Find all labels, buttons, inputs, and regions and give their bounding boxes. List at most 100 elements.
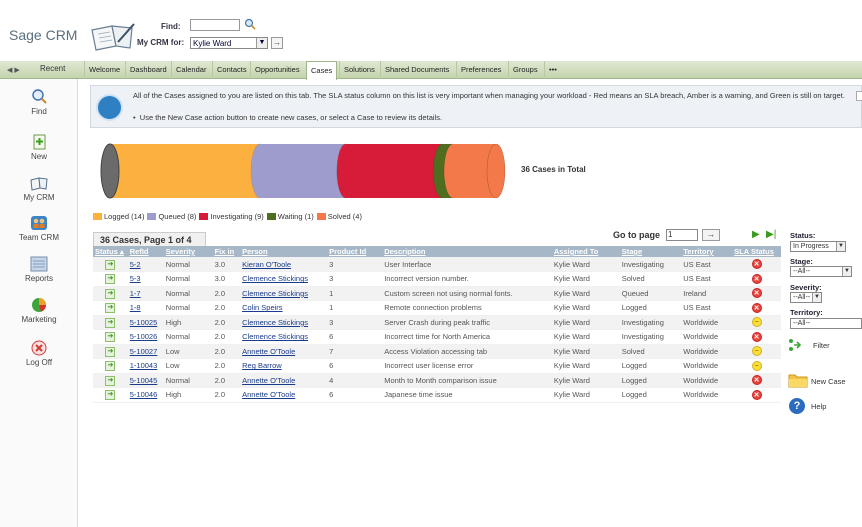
sidebar-item-marketing[interactable]: Marketing (0, 297, 78, 324)
sidebar-item-label: Reports (24, 274, 53, 283)
table-row[interactable]: ➔ 1-10043 Low 2.0 Reg Barrow 6 Incorrect user … (93, 358, 781, 374)
sidebar-item-my-crm[interactable]: My CRM (0, 175, 78, 202)
status-filter-select[interactable]: In Progress ▼ (790, 241, 846, 252)
column-header[interactable]: SLA Status (732, 246, 781, 257)
cell-refid[interactable]: 5-10026 (127, 329, 164, 345)
open-case-icon[interactable]: ➔ (105, 346, 116, 357)
table-row[interactable]: ➔ 5-10027 Low 2.0 Annette O'Toole 7 Access Vio… (93, 344, 781, 359)
goto-page-button[interactable]: → (702, 229, 720, 241)
column-header[interactable]: Assigned To (551, 246, 620, 257)
cell-person[interactable]: Annette O'Toole (240, 387, 328, 403)
table-row[interactable]: ➔ 5-10046 High 2.0 Annette O'Toole 6 Japanese … (93, 387, 781, 403)
stage-filter-select[interactable]: --All-- ▼ (790, 266, 852, 277)
sidebar-item-reports[interactable]: Reports (0, 256, 78, 283)
tab-10[interactable]: ••• (544, 61, 561, 79)
cell-refid[interactable]: 5-2 (127, 257, 164, 272)
cell-person[interactable]: Colin Speirs (240, 300, 328, 316)
find-label: Find: (161, 22, 181, 31)
tab-label: Cases (311, 66, 333, 75)
table-row[interactable]: ➔ 1-8 Normal 2.0 Colin Speirs 1 Remote connect… (93, 300, 781, 316)
cell-stage: Solved (619, 271, 682, 287)
column-header[interactable]: Severity (163, 246, 213, 257)
cell-person[interactable]: Kieran O'Toole (240, 257, 328, 272)
sidebar-item-team-crm[interactable]: Team CRM (0, 215, 78, 242)
open-case-icon[interactable]: ➔ (105, 375, 116, 386)
tab-1[interactable]: Dashboard (125, 61, 171, 79)
mycrm-go-button[interactable]: → (271, 37, 283, 49)
cell-refid[interactable]: 5-10046 (127, 387, 164, 403)
table-row[interactable]: ➔ 5-3 Normal 3.0 Clemence Stickings 3 Incorrec… (93, 271, 781, 287)
filter-icon[interactable] (788, 338, 802, 352)
goto-page-input[interactable]: 1 (666, 229, 698, 241)
help-icon[interactable]: ? (789, 398, 805, 414)
territory-filter-select[interactable]: --All-- (790, 318, 862, 329)
cell-refid[interactable]: 5-10027 (127, 344, 164, 359)
cell-refid[interactable]: 5-10025 (127, 315, 164, 330)
tab-2[interactable]: Calendar (171, 61, 210, 79)
cell-refid[interactable]: 1-10043 (127, 358, 164, 374)
cell-person[interactable]: Clemence Stickings (240, 329, 328, 345)
new-case-button[interactable]: New Case (811, 377, 846, 386)
cell-person[interactable]: Annette O'Toole (240, 344, 328, 359)
sidebar-item-label: Log Off (25, 358, 53, 367)
tab-5[interactable]: Cases (306, 61, 338, 80)
column-header[interactable]: RefId (127, 246, 164, 257)
cell-person[interactable]: Clemence Stickings (240, 271, 328, 287)
next-page-icon[interactable]: ▶ (752, 229, 760, 240)
cell-refid[interactable]: 5-10045 (127, 373, 164, 388)
tab-0[interactable]: Welcome (84, 61, 124, 79)
open-case-icon[interactable]: ➔ (105, 259, 116, 270)
table-row[interactable]: ➔ 5-2 Normal 3.0 Kieran O'Toole 3 User Interfa… (93, 257, 781, 272)
severity-filter-select[interactable]: --All-- ▼ (790, 292, 822, 303)
search-icon[interactable] (244, 18, 256, 30)
tab-7[interactable]: Shared Documents (380, 61, 453, 79)
cell-refid[interactable]: 1-8 (127, 300, 164, 316)
cell-refid[interactable]: 5-3 (127, 271, 164, 287)
open-case-icon[interactable]: ➔ (105, 361, 116, 372)
sidebar-item-find[interactable]: Find (0, 89, 78, 116)
column-header[interactable]: Stage (619, 246, 682, 257)
last-page-icon[interactable]: ▶| (766, 229, 776, 240)
tab-9[interactable]: Groups (508, 61, 542, 79)
mycrm-user-select[interactable]: Kylie Ward ▼ (190, 37, 268, 49)
chevron-down-icon: ▼ (812, 293, 821, 302)
column-header[interactable]: Fix in (212, 246, 241, 257)
open-case-icon[interactable]: ➔ (105, 317, 116, 328)
open-case-icon[interactable]: ➔ (105, 390, 116, 401)
cases-table: Status ▴ RefId Severity Fix in Person Product… (93, 246, 781, 403)
sla-breach-icon: ✕ (751, 273, 762, 284)
tab-8[interactable]: Preferences (456, 61, 505, 79)
cell-person[interactable]: Annette O'Toole (240, 373, 328, 388)
open-case-icon[interactable]: ➔ (105, 303, 116, 314)
column-header[interactable]: Person (240, 246, 328, 257)
find-input[interactable] (190, 19, 240, 31)
column-header[interactable]: Status ▴ (93, 246, 128, 257)
info-collapse-button[interactable] (856, 91, 862, 101)
open-case-icon[interactable]: ➔ (105, 332, 116, 343)
open-case-icon[interactable]: ➔ (105, 288, 116, 299)
column-header[interactable]: Description (382, 246, 552, 257)
tab-6[interactable]: Solutions (339, 61, 379, 79)
open-case-icon[interactable]: ➔ (105, 274, 116, 285)
sidebar-item-log-off[interactable]: Log Off (0, 340, 78, 367)
tab-label: Welcome (89, 65, 121, 74)
cell-person[interactable]: Reg Barrow (240, 358, 328, 374)
cell-refid[interactable]: 1-7 (127, 286, 164, 301)
table-row[interactable]: ➔ 5-10045 Normal 2.0 Annette O'Toole 4 Month t… (93, 373, 781, 388)
recent-menu[interactable]: Recent (40, 64, 65, 73)
sidebar-item-new[interactable]: New (0, 134, 78, 161)
tab-3[interactable]: Contacts (212, 61, 251, 79)
table-row[interactable]: ➔ 5-10025 High 2.0 Clemence Stickings 3 Server… (93, 315, 781, 330)
filter-button[interactable]: Filter (813, 341, 830, 350)
help-button[interactable]: Help (811, 402, 826, 411)
history-arrows-icon[interactable]: ◀ ▶ (7, 66, 20, 74)
table-row[interactable]: ➔ 5-10026 Normal 2.0 Clemence Stickings 6 Inco… (93, 329, 781, 345)
cell-person[interactable]: Clemence Stickings (240, 286, 328, 301)
table-row[interactable]: ➔ 1-7 Normal 2.0 Clemence Stickings 1 Custom s… (93, 286, 781, 301)
column-header[interactable]: Territory (681, 246, 733, 257)
chart-segment-solved (444, 143, 506, 199)
cell-person[interactable]: Clemence Stickings (240, 315, 328, 330)
folder-icon[interactable] (788, 372, 808, 388)
tab-4[interactable]: Opportunities (250, 61, 304, 79)
column-header[interactable]: Product Id (327, 246, 383, 257)
